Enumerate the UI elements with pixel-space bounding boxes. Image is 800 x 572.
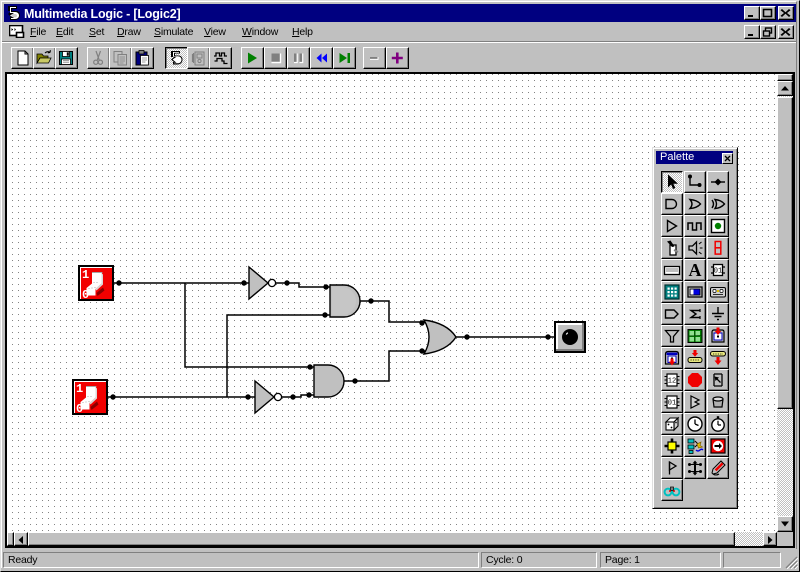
svg-text:1: 1 xyxy=(76,382,83,396)
svg-text:01: 01 xyxy=(714,268,722,276)
svg-text:1: 1 xyxy=(82,268,89,282)
svg-text:A: A xyxy=(689,260,702,280)
svg-text:01: 01 xyxy=(668,400,676,408)
svg-text:12: 12 xyxy=(668,378,676,386)
